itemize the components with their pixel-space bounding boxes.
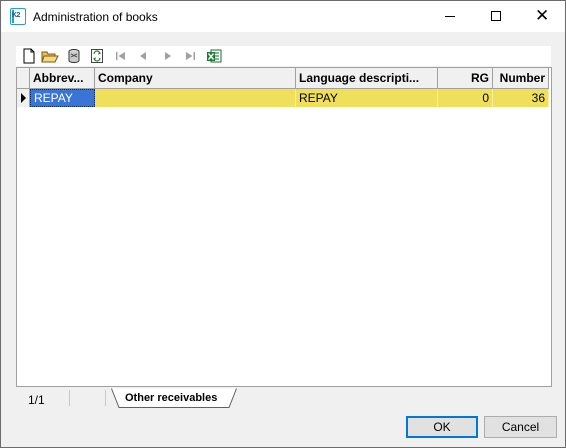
cell-company[interactable] [95,89,296,107]
column-header-abbrev[interactable]: Abbrev... [30,68,95,89]
minimize-button[interactable] [427,1,473,32]
column-header-number[interactable]: Number [493,68,549,89]
status-divider [105,390,106,406]
close-button[interactable]: ✕ [519,1,565,32]
column-header-rg[interactable]: RG [438,68,493,89]
tab-label: Other receivables [125,392,218,404]
row-indicator-header [17,68,30,89]
cell-number[interactable]: 36 [493,89,549,107]
ok-button[interactable]: OK [406,416,478,438]
close-icon: ✕ [535,6,550,25]
first-record-icon[interactable] [112,47,130,65]
title-bar: K2 Administration of books ✕ [1,1,565,32]
cell-language-description[interactable]: REPAY [296,89,438,107]
excel-export-icon[interactable] [205,47,223,65]
status-divider [69,390,70,406]
minimize-icon [445,16,455,17]
cell-rg[interactable]: 0 [438,89,493,107]
maximize-button[interactable] [473,1,519,32]
record-position: 1/1 [28,393,45,407]
last-record-icon[interactable] [181,47,199,65]
dialog-window: K2 Administration of books ✕ Abbrev... C… [0,0,566,448]
database-icon[interactable] [65,47,83,65]
refresh-icon[interactable] [88,47,106,65]
row-pointer-icon [21,93,26,103]
column-header-language-description[interactable]: Language descripti... [296,68,438,89]
previous-record-icon[interactable] [134,47,152,65]
k2-app-icon: K2 [10,8,26,25]
tab-other-receivables[interactable]: Other receivables [111,388,241,408]
column-header-company[interactable]: Company [95,68,296,89]
table-row[interactable]: REPAY REPAY 0 36 [17,89,551,107]
next-record-icon[interactable] [159,47,177,65]
cancel-button[interactable]: Cancel [484,416,557,438]
app-icon-label: K2 [12,12,20,19]
new-document-icon[interactable] [20,47,38,65]
open-folder-icon[interactable] [41,47,59,65]
status-bar: 1/1 Other receivables [16,388,552,408]
cell-abbrev[interactable]: REPAY [30,89,95,107]
books-grid[interactable]: Abbrev... Company Language descripti... … [16,67,552,387]
maximize-icon [491,11,501,21]
window-title: Administration of books [33,10,158,24]
toolbar [16,46,551,66]
current-row-indicator [17,89,30,107]
